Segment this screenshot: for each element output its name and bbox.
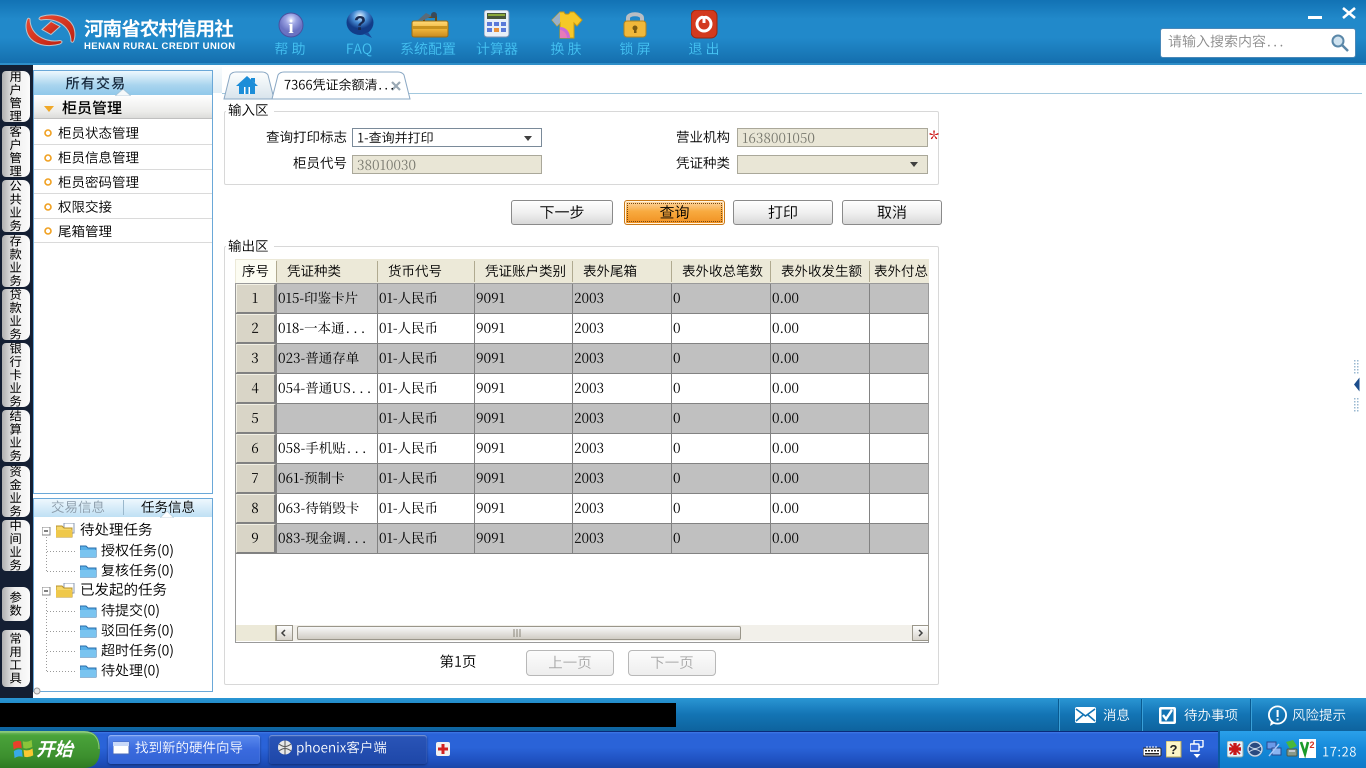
svg-text:?: ? (1170, 742, 1178, 757)
svg-text:?: ? (354, 13, 366, 35)
svg-text:2: 2 (1309, 740, 1314, 750)
svg-text:i: i (288, 17, 293, 38)
